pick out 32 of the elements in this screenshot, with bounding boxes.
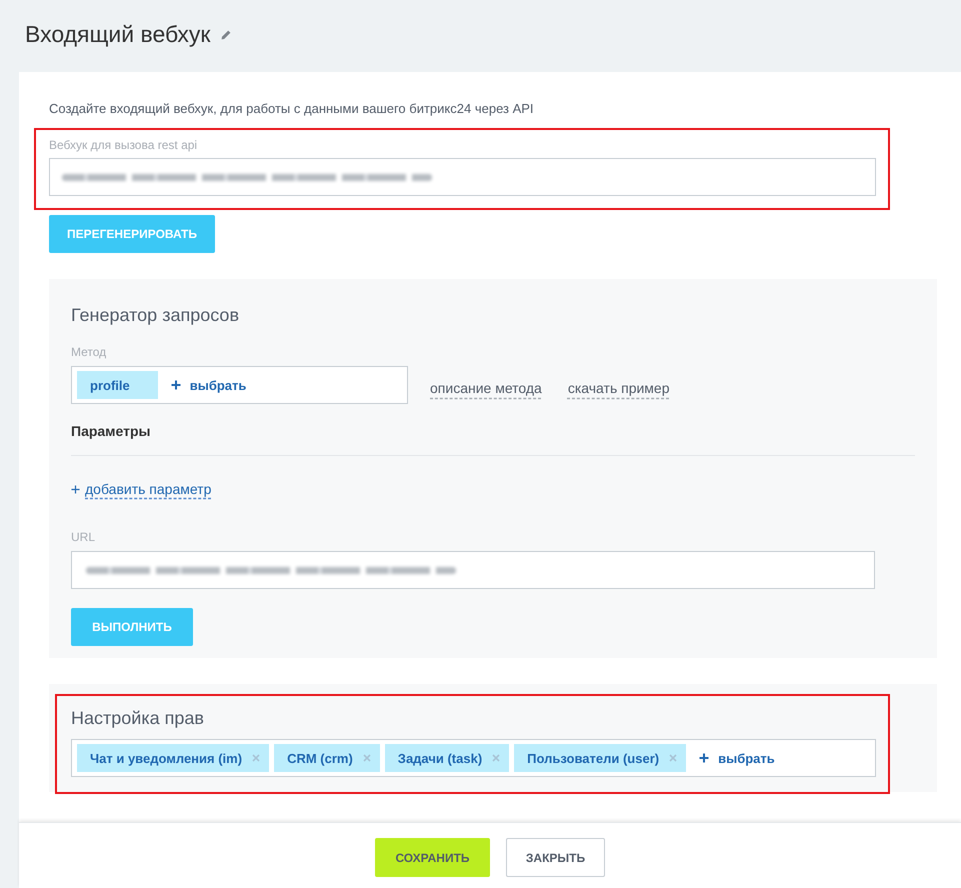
params-title: Параметры bbox=[71, 423, 152, 440]
remove-icon[interactable] bbox=[492, 754, 500, 762]
permission-tag[interactable]: Задачи (task) bbox=[384, 744, 510, 772]
field-label: Метод bbox=[71, 345, 108, 359]
remove-icon[interactable] bbox=[362, 754, 371, 762]
plus-icon bbox=[699, 753, 710, 763]
webhook-field[interactable] bbox=[49, 158, 876, 196]
method-field[interactable]: profile выбрать bbox=[71, 366, 408, 404]
permission-tag[interactable]: CRM (crm) bbox=[274, 744, 380, 772]
plus-icon bbox=[71, 485, 80, 494]
intro-text: Создайте входящий вебхук, для работы с данными вашего битрикс24 через API bbox=[49, 101, 535, 117]
permission-tag[interactable]: Пользователи (user) bbox=[514, 744, 686, 772]
close-button[interactable]: ЗАКРЫТЬ bbox=[506, 838, 605, 877]
remove-icon[interactable] bbox=[669, 754, 678, 762]
section-title: Настройка прав bbox=[71, 707, 205, 729]
pencil-icon[interactable] bbox=[221, 30, 232, 40]
method-tag[interactable]: profile bbox=[77, 371, 158, 399]
select-link[interactable]: выбрать bbox=[699, 750, 775, 766]
select-link[interactable]: выбрать bbox=[170, 378, 246, 392]
add-parameter-link[interactable]: добавить параметр bbox=[71, 481, 212, 498]
plus-icon bbox=[170, 380, 181, 390]
section-title: Генератор запросов bbox=[71, 304, 240, 326]
method-link[interactable]: описание метода bbox=[430, 380, 542, 396]
page-title: Входящий вебхук bbox=[25, 20, 210, 49]
field-label: Вебхук для вызова rest api bbox=[49, 138, 198, 152]
permissions-field[interactable]: Чат и уведомления (im) CRM (crm) Задачи (task) Пользователи (user) выбрать bbox=[71, 739, 876, 777]
save-button[interactable]: СОХРАНИТЬ bbox=[375, 838, 490, 877]
field-label: URL bbox=[71, 530, 96, 544]
method-link[interactable]: скачать пример bbox=[568, 380, 670, 396]
url-field[interactable] bbox=[71, 551, 875, 589]
permission-tag[interactable]: Чат и уведомления (im) bbox=[77, 744, 270, 772]
remove-icon[interactable] bbox=[252, 754, 260, 762]
